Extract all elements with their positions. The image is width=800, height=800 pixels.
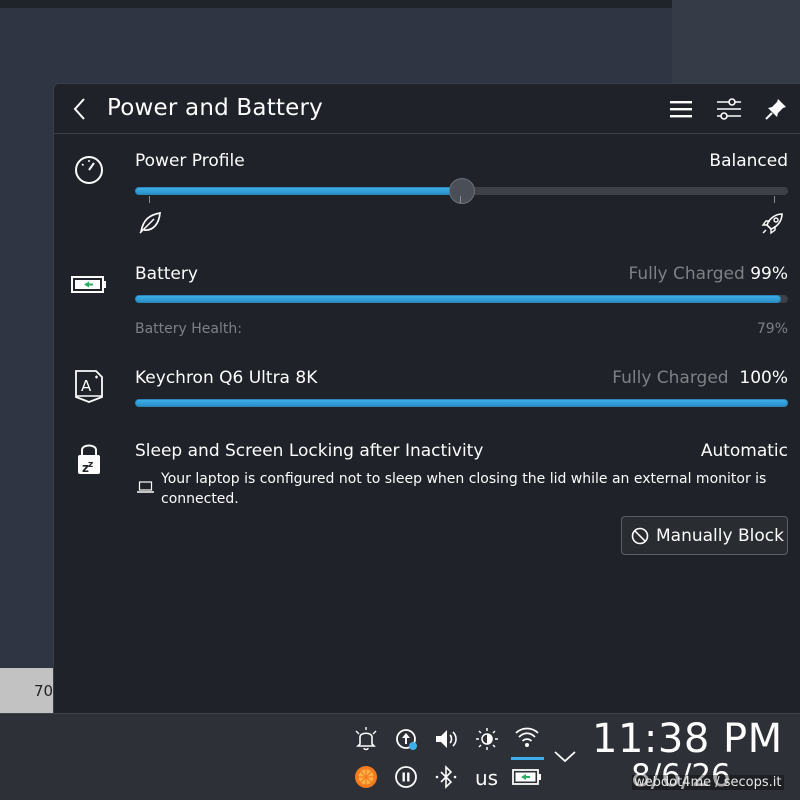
battery-status-line: Fully Charged 99% [628, 264, 788, 284]
background-window-text: 70 [34, 682, 54, 700]
brightness-icon[interactable] [474, 726, 500, 752]
popup-header: Power and Battery [54, 84, 800, 134]
battery-status: Fully Charged [628, 264, 745, 284]
rocket-icon[interactable] [760, 210, 786, 236]
background-window-corner [672, 0, 800, 84]
orange-app-icon[interactable] [353, 764, 379, 790]
background-window-fragment: 70 [0, 668, 54, 713]
clock-time[interactable]: 11:38 PM [592, 716, 783, 762]
manually-block-button[interactable]: Manually Block [621, 516, 788, 555]
notifications-bell-icon[interactable] [353, 726, 379, 752]
keyboard-level-fill [135, 399, 788, 407]
power-battery-popup: Power and Battery Power Profile Balanced [53, 83, 800, 715]
keyboard-status: Fully Charged [612, 368, 729, 388]
sleep-value: Automatic [700, 441, 788, 461]
wifi-active-indicator [511, 757, 544, 760]
laptop-icon [137, 481, 154, 493]
volume-icon[interactable] [433, 726, 459, 752]
page-title: Power and Battery [107, 95, 323, 121]
battery-label: Battery [135, 264, 198, 284]
update-manager-icon[interactable] [393, 726, 419, 752]
back-arrow-icon[interactable] [68, 96, 92, 122]
power-profile-slider-fill [135, 187, 462, 195]
battery-percent: 99% [750, 264, 788, 284]
leaf-icon[interactable] [137, 210, 163, 236]
battery-health-label: Battery Health: [135, 321, 242, 337]
power-profile-slider-handle[interactable] [448, 178, 475, 204]
keyboard-status-line: Fully Charged 100% [612, 368, 788, 388]
sleep-note: Your laptop is configured not to sleep w… [161, 471, 767, 507]
slider-tick-center [460, 196, 461, 203]
power-profile-label: Power Profile [135, 151, 245, 171]
pause-icon[interactable] [393, 764, 419, 790]
keyboard-device-icon: A [75, 370, 103, 403]
hamburger-menu-icon[interactable] [668, 96, 694, 122]
battery-icon [71, 276, 106, 293]
battery-health-value: 79% [756, 321, 788, 337]
block-icon [631, 527, 649, 545]
wifi-icon[interactable] [514, 724, 540, 750]
battery-level-fill [135, 295, 782, 303]
svg-text:z: z [88, 460, 93, 470]
configure-sliders-icon[interactable] [716, 96, 742, 122]
window-top-strip [0, 0, 672, 8]
lock-sleep-icon: z z [78, 444, 100, 475]
sleep-label: Sleep and Screen Locking after Inactivit… [135, 441, 484, 461]
manually-block-label: Manually Block [656, 526, 784, 546]
keyboard-level-bar [135, 399, 788, 407]
watermark-text: webdot4me / secops.it [632, 775, 784, 790]
keyboard-layout-indicator[interactable]: us [475, 766, 498, 790]
taskbar-panel: us 11:38 PM 8/6/26 webdot4me / secops.it [0, 713, 800, 800]
pin-icon[interactable] [763, 96, 789, 122]
svg-text:A: A [81, 377, 92, 395]
battery-level-bar [135, 295, 788, 303]
chevron-down-icon[interactable] [552, 744, 578, 770]
keyboard-label: Keychron Q6 Ultra 8K [135, 368, 318, 388]
power-profile-value: Balanced [709, 151, 788, 171]
keyboard-percent: 100% [739, 368, 788, 388]
speedometer-icon [75, 156, 103, 184]
slider-tick-left [149, 196, 150, 203]
bluetooth-icon[interactable] [433, 764, 459, 790]
battery-tray-icon[interactable] [512, 764, 542, 790]
slider-tick-right [774, 196, 775, 203]
